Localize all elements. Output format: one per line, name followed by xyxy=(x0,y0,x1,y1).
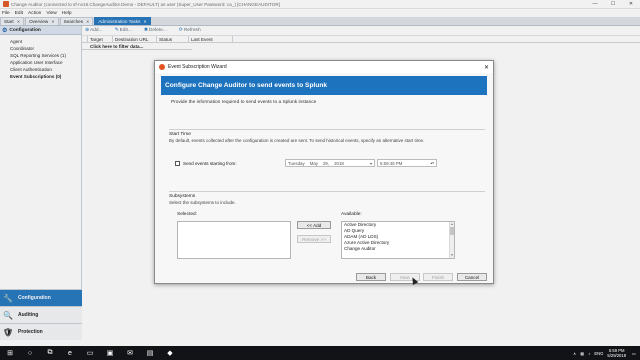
system-tray: ∧ ▦ ♪ ENG 5:59 PM 5/29/2018 ▭ xyxy=(573,346,640,360)
dialog-title-bar: Event Subscription Wizard ✕ xyxy=(155,61,493,73)
tray-chevron-icon[interactable]: ∧ xyxy=(573,351,576,356)
date-day: 29, xyxy=(322,160,330,166)
remove-subsystem-button[interactable]: Remove >> xyxy=(297,235,331,243)
dialog-close-icon[interactable]: ✕ xyxy=(484,64,489,71)
start-time-group: Start Time By default, events collected … xyxy=(169,129,485,183)
change-auditor-taskbar-icon[interactable]: ◆ xyxy=(160,346,180,360)
edge-browser-icon[interactable]: e xyxy=(60,346,80,360)
language-indicator[interactable]: ENG xyxy=(594,351,603,356)
send-events-checkbox[interactable] xyxy=(175,161,180,166)
available-subsystems-list[interactable]: Active Directory AD Query ADAM (AD LDS) … xyxy=(341,221,455,259)
start-date-picker[interactable]: Tuesday May 29, 2018 ▾ xyxy=(285,159,375,167)
wizard-intro: Provide the information required to send… xyxy=(171,100,317,105)
windows-start-icon[interactable]: ⊞ xyxy=(0,346,20,360)
volume-icon[interactable]: ♪ xyxy=(588,351,590,356)
task-view-icon[interactable]: ⧉ xyxy=(40,346,60,360)
outlook-icon[interactable]: ✉ xyxy=(120,346,140,360)
store-icon[interactable]: ▣ xyxy=(100,346,120,360)
network-icon[interactable]: ▦ xyxy=(580,351,584,356)
scroll-thumb[interactable] xyxy=(450,227,454,235)
date-weekday: Tuesday xyxy=(288,160,305,166)
selected-label: Selected: xyxy=(177,212,198,217)
dialog-title: Event Subscription Wizard xyxy=(168,64,227,70)
finish-button[interactable]: Finish xyxy=(423,273,453,281)
file-explorer-icon[interactable]: ▭ xyxy=(80,346,100,360)
start-time-title: Start Time xyxy=(169,132,191,137)
start-time-picker[interactable]: 5:59:45 PM ▴▾ xyxy=(377,159,437,167)
change-auditor-logo-icon xyxy=(159,64,165,70)
calendar-dropdown-icon[interactable]: ▾ xyxy=(370,161,372,166)
spinner-icon[interactable]: ▴▾ xyxy=(430,161,434,165)
clock[interactable]: 5:59 PM 5/29/2018 xyxy=(607,348,626,358)
terminal-icon[interactable]: ▤ xyxy=(140,346,160,360)
back-button[interactable]: Back xyxy=(356,273,386,281)
start-time-description: By default, events collected after the c… xyxy=(169,138,425,143)
taskbar: ⊞ ○ ⧉ e ▭ ▣ ✉ ▤ ◆ ∧ ▦ ♪ ENG 5:59 PM 5/29… xyxy=(0,346,640,360)
scroll-down-icon[interactable]: ▼ xyxy=(450,253,454,258)
wizard-banner: Configure Change Auditor to send events … xyxy=(161,76,487,95)
date-year: 2018 xyxy=(334,160,344,166)
notifications-icon[interactable]: ▭ xyxy=(632,351,636,356)
time-value: 5:59:45 PM xyxy=(380,160,403,166)
subsystems-description: Select the subsystems to include. xyxy=(169,200,236,205)
date-month: May xyxy=(309,160,318,166)
available-label: Available: xyxy=(341,212,362,217)
subsystems-title: Subsystems xyxy=(169,194,196,199)
start-time-row: Send events starting from: Tuesday May 2… xyxy=(175,159,437,168)
add-subsystem-button[interactable]: << Add xyxy=(297,221,331,229)
available-list-scrollbar[interactable]: ▲ ▼ xyxy=(449,222,454,258)
list-item[interactable]: Change Auditor xyxy=(342,246,454,252)
clock-date: 5/29/2018 xyxy=(607,353,627,358)
send-events-label: Send events starting from: xyxy=(183,161,237,166)
search-icon[interactable]: ○ xyxy=(20,346,40,360)
selected-subsystems-list[interactable] xyxy=(177,221,291,259)
cancel-button[interactable]: Cancel xyxy=(457,273,487,281)
event-subscription-wizard: Event Subscription Wizard ✕ Configure Ch… xyxy=(154,60,494,284)
